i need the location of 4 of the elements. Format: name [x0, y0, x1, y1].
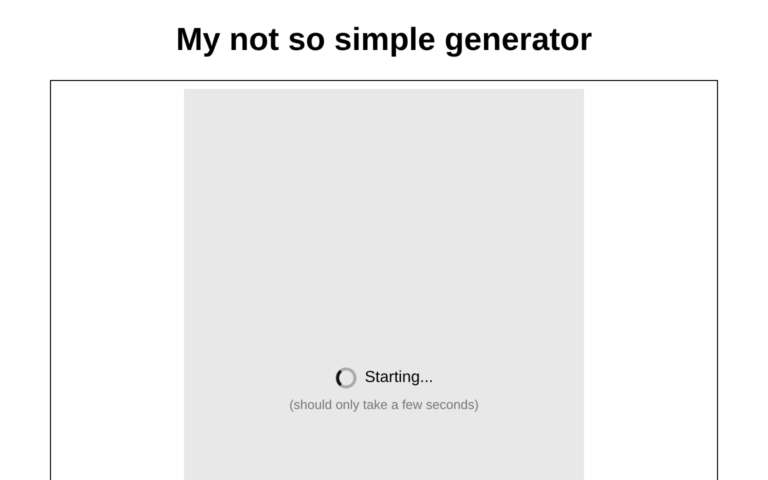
- loading-spinner-icon: [334, 367, 357, 389]
- status-label: Starting...: [364, 368, 434, 388]
- status-note: (should only take a few seconds): [289, 397, 479, 413]
- page-title: My not so simple generator: [174, 20, 594, 58]
